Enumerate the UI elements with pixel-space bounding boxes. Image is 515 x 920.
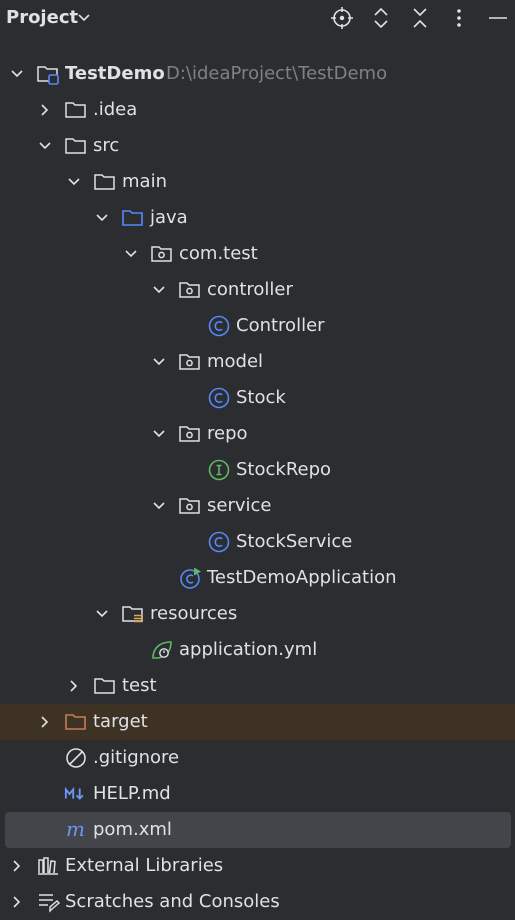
tree-item-label: controller [207,279,293,300]
chevron-right-icon[interactable] [36,713,54,731]
chevron-right-icon[interactable] [65,677,83,695]
folder-icon [65,138,86,154]
tree-item-external-libraries[interactable]: External Libraries [0,848,515,884]
panel-title[interactable]: Project [6,7,78,28]
locate-icon[interactable] [329,5,355,31]
minimize-icon[interactable] [485,5,511,31]
tree-item-label: src [93,135,120,156]
spring-config-icon [152,641,172,659]
resources-folder-icon [122,606,143,623]
tree-item-main[interactable]: main [0,164,515,200]
collapse-all-icon[interactable] [407,5,433,31]
tree-item-testdemo[interactable]: TestDemo D:\ideaProject\TestDemo [0,56,515,92]
package-icon [151,246,172,262]
tree-item-label: External Libraries [65,855,224,876]
library-icon [38,857,58,875]
tree-item-model-package[interactable]: model [0,344,515,380]
tree-item-label: HELP.md [93,783,171,804]
tree-item-label: TestDemo [65,63,165,84]
tree-item-label: StockService [236,531,353,552]
folder-icon [65,102,86,118]
package-icon [179,282,200,298]
chevron-down-icon[interactable] [93,209,111,227]
project-path: D:\ideaProject\TestDemo [166,63,388,84]
module-folder-icon [37,66,59,85]
interface-icon [208,459,230,481]
tree-item-controller-package[interactable]: controller [0,272,515,308]
chevron-right-icon[interactable] [8,857,26,875]
tree-item-help-md[interactable]: HELP.md [0,776,515,812]
tree-item-repo-package[interactable]: repo [0,416,515,452]
tree-item-label: resources [150,603,238,624]
project-panel-header: Project [0,0,515,38]
svg-text:m: m [66,818,85,841]
chevron-down-icon[interactable] [93,605,111,623]
tree-item-pom-xml[interactable]: m pom.xml [5,812,511,848]
tree-item-stockrepo-interface[interactable]: StockRepo [0,452,515,488]
tree-item-stock-class[interactable]: Stock [0,380,515,416]
tree-item-idea[interactable]: .idea [0,92,515,128]
chevron-down-icon[interactable] [122,245,140,263]
chevron-down-icon[interactable] [65,173,83,191]
package-icon [179,354,200,370]
tree-item-label: java [150,207,188,228]
tree-item-label: test [122,675,157,696]
chevron-down-icon[interactable] [150,497,168,515]
tree-item-label: model [207,351,264,372]
chevron-down-icon[interactable] [150,353,168,371]
tree-item-test[interactable]: test [0,668,515,704]
runnable-class-icon [180,567,201,589]
chevron-down-icon[interactable] [150,425,168,443]
tree-item-label: StockRepo [236,459,332,480]
tree-item-label: repo [207,423,248,444]
excluded-folder-icon [65,714,86,730]
chevron-down-icon[interactable] [8,65,26,83]
tree-item-label: Stock [236,387,286,408]
tree-item-label: Controller [236,315,325,336]
tree-item-label: target [93,711,148,732]
tree-item-scratches[interactable]: Scratches and Consoles [0,884,515,920]
package-icon [179,498,200,514]
scratches-icon [39,894,60,913]
tree-item-gitignore[interactable]: .gitignore [0,740,515,776]
chevron-down-icon[interactable] [150,281,168,299]
tree-item-label: .gitignore [93,747,180,768]
tree-item-com-test[interactable]: com.test [0,236,515,272]
tree-item-target[interactable]: target [0,704,515,740]
ignore-file-icon [66,748,86,768]
tree-item-testdemoapplication[interactable]: TestDemoApplication [0,560,515,596]
source-folder-icon [122,210,143,226]
package-icon [179,426,200,442]
tree-item-controller-class[interactable]: Controller [0,308,515,344]
class-icon [208,315,230,337]
tree-item-label: application.yml [179,639,318,660]
class-icon [208,387,230,409]
more-options-icon[interactable] [446,5,472,31]
tree-item-java[interactable]: java [0,200,515,236]
folder-icon [94,678,115,694]
chevron-right-icon[interactable] [36,101,54,119]
tree-item-label: main [122,171,167,192]
maven-icon: m [66,818,85,841]
tree-item-label: com.test [179,243,258,264]
tree-item-label: Scratches and Consoles [65,891,280,912]
tree-item-application-yml[interactable]: application.yml [0,632,515,668]
folder-icon [94,174,115,190]
tree-item-resources[interactable]: resources [0,596,515,632]
chevron-down-icon[interactable] [36,137,54,155]
chevron-right-icon[interactable] [8,893,26,911]
tree-item-src[interactable]: src [0,128,515,164]
expand-all-icon[interactable] [368,5,394,31]
markdown-icon [64,786,84,800]
tree-item-label: pom.xml [93,819,172,840]
chevron-down-icon[interactable] [75,9,93,27]
class-icon [208,531,230,553]
tree-item-label: service [207,495,272,516]
tree-item-stockservice-class[interactable]: StockService [0,524,515,560]
tree-item-label: .idea [93,99,138,120]
tree-item-label: TestDemoApplication [207,567,397,588]
tree-item-service-package[interactable]: service [0,488,515,524]
